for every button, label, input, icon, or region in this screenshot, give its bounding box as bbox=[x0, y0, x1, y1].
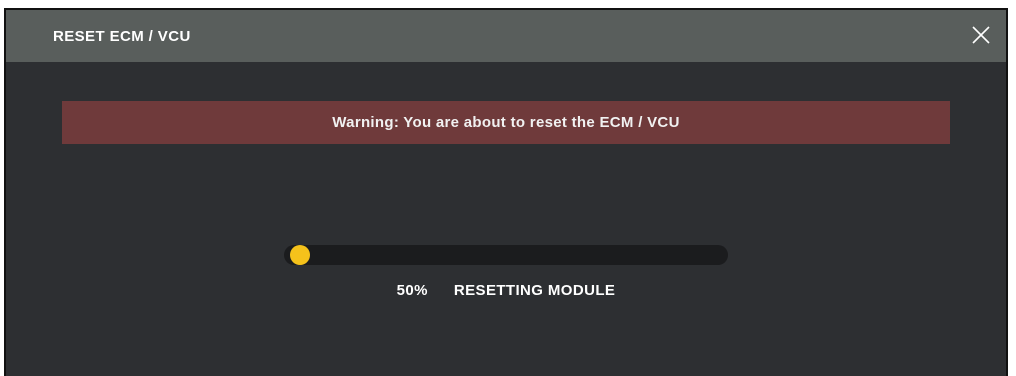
warning-banner: Warning: You are about to reset the ECM … bbox=[62, 101, 950, 144]
progress-percent: 50% bbox=[396, 282, 428, 299]
reset-dialog: RESET ECM / VCU Warning: You are about t… bbox=[4, 8, 1008, 376]
dialog-titlebar: RESET ECM / VCU bbox=[6, 10, 1006, 62]
warning-text: Warning: You are about to reset the ECM … bbox=[332, 114, 680, 131]
progress-indicator bbox=[290, 245, 310, 265]
progress-status: 50% RESETTING MODULE bbox=[6, 282, 1006, 299]
progress-status-label: RESETTING MODULE bbox=[453, 282, 616, 299]
close-button[interactable] bbox=[970, 24, 992, 46]
close-icon bbox=[972, 26, 990, 44]
dialog-title: RESET ECM / VCU bbox=[53, 27, 191, 45]
progress-bar bbox=[284, 245, 728, 265]
